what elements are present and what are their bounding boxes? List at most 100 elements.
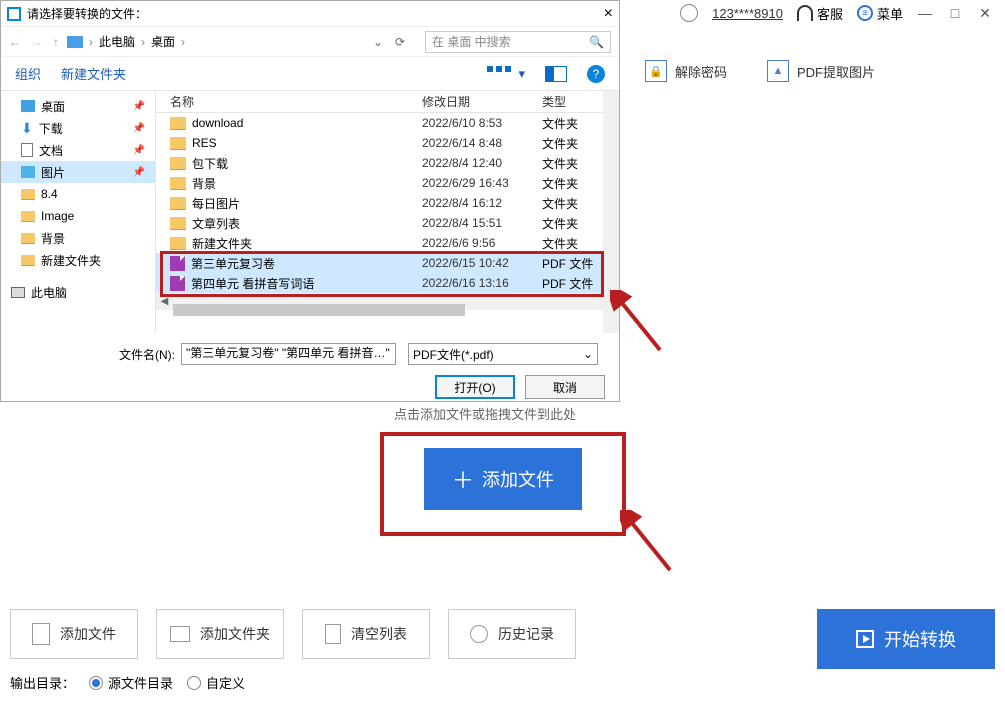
tree-node-pc[interactable]: 此电脑: [1, 281, 155, 303]
minimize-button[interactable]: —: [917, 5, 933, 21]
nav-forward-button[interactable]: →: [31, 35, 43, 49]
clear-list-button[interactable]: 清空列表: [302, 609, 430, 659]
file-name: download: [192, 116, 243, 130]
annotation-arrow: [620, 510, 680, 580]
nav-back-button[interactable]: ←: [9, 35, 21, 49]
preview-pane-button[interactable]: [545, 66, 567, 82]
support-link[interactable]: 客服: [797, 4, 843, 23]
file-date: 2022/6/10 8:53: [422, 116, 542, 130]
horizontal-scrollbar[interactable]: ◀▶: [156, 293, 619, 310]
tree-node-desktop[interactable]: 桌面📌: [1, 95, 155, 117]
clock-icon: [470, 625, 488, 643]
tree-node-folder[interactable]: 背景: [1, 227, 155, 249]
decrypt-button[interactable]: 🔒 解除密码: [645, 60, 727, 82]
col-date[interactable]: 修改日期: [422, 93, 542, 110]
file-row[interactable]: 背景2022/6/29 16:43文件夹: [156, 173, 619, 193]
search-placeholder: 在 桌面 中搜索: [432, 33, 511, 50]
folder-icon: [170, 217, 186, 230]
tree-node-folder[interactable]: Image: [1, 205, 155, 227]
vertical-scrollbar[interactable]: [603, 91, 619, 333]
app-toolbar-partial: 🔒 解除密码 ▲ PDF提取图片: [645, 60, 875, 82]
col-name[interactable]: 名称: [170, 93, 422, 110]
dialog-titlebar: 请选择要转换的文件： ×: [1, 1, 619, 27]
folder-tree[interactable]: 桌面📌 ⬇下载📌 文档📌 图片📌 8.4 Image 背景 新建文件夹 此电脑: [1, 91, 156, 333]
file-row[interactable]: 新建文件夹2022/6/6 9:56文件夹: [156, 233, 619, 253]
dialog-toolbar: 组织 新建文件夹 ▾ ?: [1, 57, 619, 91]
output-dir-label: 输出目录：: [10, 673, 75, 692]
nav-up-button[interactable]: ↑: [53, 35, 59, 49]
file-row[interactable]: 包下载2022/8/4 12:40文件夹: [156, 153, 619, 173]
download-icon: ⬇: [21, 120, 33, 137]
add-file-button-small[interactable]: 添加文件: [10, 609, 138, 659]
tree-node-documents[interactable]: 文档📌: [1, 139, 155, 161]
filename-row: 文件名(N): "第三单元复习卷" "第四单元 看拼音…" PDF文件(*.pd…: [15, 343, 605, 365]
radio-icon: [89, 676, 103, 690]
breadcrumb-folder[interactable]: 桌面: [151, 33, 175, 50]
trash-icon: [325, 624, 341, 644]
extract-label: PDF提取图片: [797, 62, 875, 81]
file-row[interactable]: 第四单元 看拼音写词语2022/6/16 13:16PDF 文件: [156, 273, 619, 293]
folder-icon: [170, 177, 186, 190]
path-dropdown[interactable]: ⌄: [373, 35, 383, 49]
help-button[interactable]: ?: [587, 65, 605, 83]
output-custom-radio[interactable]: 自定义: [187, 673, 245, 692]
add-folder-button[interactable]: 添加文件夹: [156, 609, 284, 659]
bottom-bar: 添加文件 添加文件夹 清空列表 历史记录 开始转换 输出目录： 源文件目录 自定…: [10, 609, 995, 692]
search-input[interactable]: 在 桌面 中搜索 🔍: [425, 31, 611, 53]
file-name: 每日图片: [192, 195, 240, 212]
decrypt-label: 解除密码: [675, 62, 727, 81]
folder-icon: [170, 237, 186, 250]
app-close-button[interactable]: ✕: [977, 5, 993, 21]
history-button[interactable]: 历史记录: [448, 609, 576, 659]
lock-icon: 🔒: [645, 60, 667, 82]
folder-icon: [170, 157, 186, 170]
list-header[interactable]: 名称 修改日期 类型: [156, 91, 619, 113]
organize-menu[interactable]: 组织: [15, 64, 41, 83]
file-date: 2022/8/4 16:12: [422, 196, 542, 210]
menu-link[interactable]: ≡ 菜单: [857, 4, 903, 23]
maximize-button[interactable]: □: [947, 5, 963, 21]
radio-icon: [187, 676, 201, 690]
pdf-icon: [170, 276, 185, 291]
file-row[interactable]: 文章列表2022/8/4 15:51文件夹: [156, 213, 619, 233]
file-date: 2022/6/16 13:16: [422, 276, 542, 290]
filename-input[interactable]: "第三单元复习卷" "第四单元 看拼音…": [181, 343, 396, 365]
folder-icon: [170, 117, 186, 130]
desktop-icon: [67, 36, 83, 48]
file-row[interactable]: download2022/6/10 8:53文件夹: [156, 113, 619, 133]
file-list: 名称 修改日期 类型 download2022/6/10 8:53文件夹RES2…: [156, 91, 619, 333]
view-mode-button[interactable]: ▾: [487, 66, 525, 82]
file-name: 背景: [192, 175, 216, 192]
headset-icon: [797, 5, 813, 21]
dialog-close-button[interactable]: ×: [604, 5, 613, 23]
new-folder-button[interactable]: 新建文件夹: [61, 64, 126, 83]
open-button[interactable]: 打开(O): [435, 375, 515, 399]
breadcrumb-root[interactable]: 此电脑: [99, 33, 135, 50]
tree-node-pictures[interactable]: 图片📌: [1, 161, 155, 183]
desktop-icon: [21, 100, 35, 112]
extract-image-button[interactable]: ▲ PDF提取图片: [767, 60, 875, 82]
breadcrumb[interactable]: › 此电脑 › 桌面 ›: [67, 33, 185, 50]
file-row[interactable]: 每日图片2022/8/4 16:12文件夹: [156, 193, 619, 213]
filename-label: 文件名(N):: [119, 346, 175, 363]
folder-icon: [21, 233, 35, 244]
cancel-button[interactable]: 取消: [525, 375, 605, 399]
tree-node-folder[interactable]: 8.4: [1, 183, 155, 205]
document-icon: [21, 143, 33, 157]
dialog-title: 请选择要转换的文件：: [27, 5, 147, 22]
file-name: 新建文件夹: [192, 235, 252, 252]
file-row[interactable]: RES2022/6/14 8:48文件夹: [156, 133, 619, 153]
app-icon: [7, 7, 21, 21]
user-id[interactable]: 123****8910: [712, 6, 783, 21]
start-convert-button[interactable]: 开始转换: [817, 609, 995, 669]
dialog-nav: ← → ↑ › 此电脑 › 桌面 › ⌄ ⟳ 在 桌面 中搜索 🔍: [1, 27, 619, 57]
file-row[interactable]: 第三单元复习卷2022/6/15 10:42PDF 文件: [156, 253, 619, 273]
file-type-select[interactable]: PDF文件(*.pdf)⌄: [408, 343, 598, 365]
tree-node-folder[interactable]: 新建文件夹: [1, 249, 155, 271]
image-icon: ▲: [767, 60, 789, 82]
file-date: 2022/8/4 15:51: [422, 216, 542, 230]
menu-icon: ≡: [857, 5, 873, 21]
refresh-button[interactable]: ⟳: [391, 35, 409, 49]
tree-node-downloads[interactable]: ⬇下载📌: [1, 117, 155, 139]
output-src-radio[interactable]: 源文件目录: [89, 673, 173, 692]
